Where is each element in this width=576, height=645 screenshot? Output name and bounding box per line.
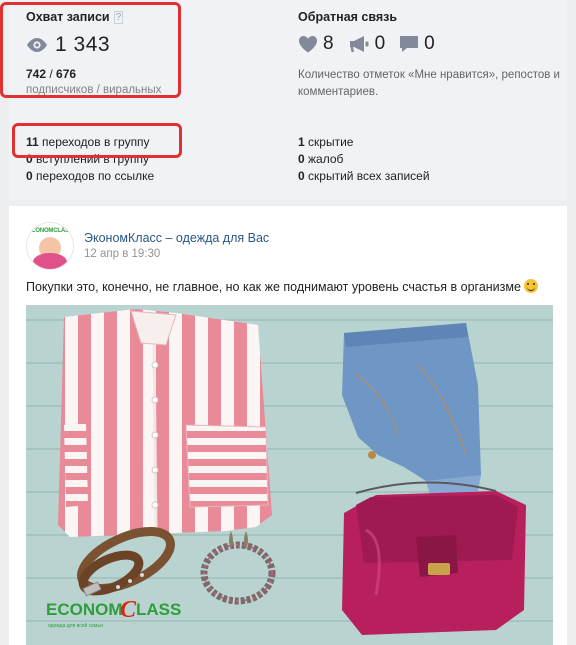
likes-counter: 8 xyxy=(298,33,334,55)
pink-handbag xyxy=(342,481,526,635)
link-transitions: 0 переходов по ссылке xyxy=(26,168,154,185)
megaphone-icon xyxy=(349,36,369,52)
feedback-counters: 8 0 0 xyxy=(298,33,449,55)
hides: 1 скрытие xyxy=(298,134,430,151)
avatar-shirt xyxy=(33,253,67,269)
hide-all: 0 скрытий всех записей xyxy=(298,168,430,185)
post-card: ECONOMCLASS ЭкономКласс – одежда для Вас… xyxy=(9,206,567,645)
hide-all-count: 0 xyxy=(298,169,305,183)
reach-highlight xyxy=(0,2,181,98)
hides-label: скрытие xyxy=(304,135,354,149)
likes-count: 8 xyxy=(323,33,334,54)
post-date[interactable]: 12 апр в 19:30 xyxy=(84,248,160,260)
feedback-description: Количество отметок «Мне нравится», репос… xyxy=(298,69,560,98)
svg-text:одежда для всей семьи: одежда для всей семьи xyxy=(48,622,103,629)
complaints: 0 жалоб xyxy=(298,151,430,168)
post-text-content: Покупки это, конечно, не главное, но как… xyxy=(26,280,521,294)
hide-all-label: скрытий всех записей xyxy=(304,169,430,183)
complaints-count: 0 xyxy=(298,152,305,166)
avatar[interactable]: ECONOMCLASS xyxy=(26,222,74,270)
hides-count: 1 xyxy=(298,135,305,149)
svg-text:ECONOM: ECONOM xyxy=(46,600,123,619)
heart-icon xyxy=(299,36,317,53)
transitions-highlight xyxy=(12,123,182,158)
post-author-link[interactable]: ЭкономКласс – одежда для Вас xyxy=(84,231,269,245)
comments-counter: 0 xyxy=(399,33,435,55)
negative-stats: 1 скрытие 0 жалоб 0 скрытий всех записей xyxy=(298,134,430,185)
svg-text:LASS: LASS xyxy=(136,600,181,619)
reposts-counter: 0 xyxy=(348,33,386,55)
svg-text:C: C xyxy=(120,597,137,623)
avatar-logo: ECONOMCLASS xyxy=(27,228,73,234)
striped-shirt xyxy=(58,309,272,537)
clothing-photo: ECONOM C LASS одежда для всей семьи xyxy=(26,305,553,645)
feedback-title: Обратная связь xyxy=(298,10,398,24)
link-transitions-count: 0 xyxy=(26,169,33,183)
complaints-label: жалоб xyxy=(304,152,344,166)
comments-count: 0 xyxy=(424,33,435,54)
emoji-icon xyxy=(523,279,538,293)
post-text: Покупки это, конечно, не главное, но как… xyxy=(26,279,538,294)
post-photo[interactable]: ECONOM C LASS одежда для всей семьи xyxy=(26,305,553,645)
link-transitions-label: переходов по ссылке xyxy=(32,169,155,183)
comment-icon xyxy=(400,36,419,52)
reposts-count: 0 xyxy=(374,33,386,54)
